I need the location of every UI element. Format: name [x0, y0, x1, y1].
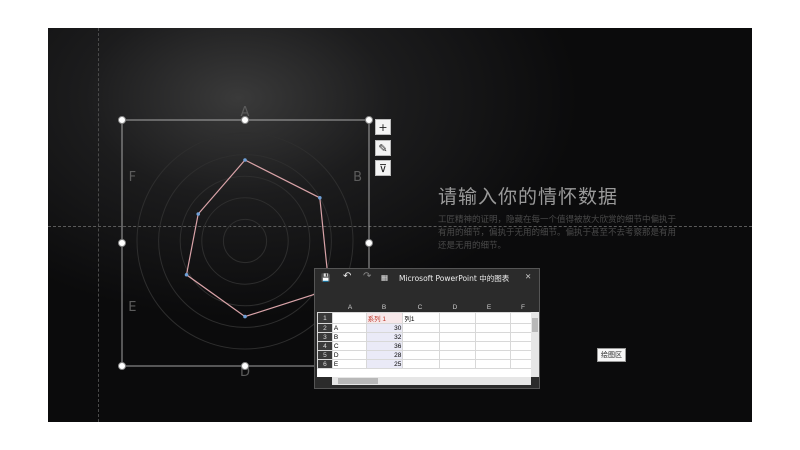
table-row: 5 D 28 [317, 350, 531, 360]
filter-icon: ⊽ [378, 161, 388, 175]
cell-d5[interactable] [439, 350, 476, 360]
redo-icon[interactable]: ↷ [363, 271, 371, 282]
column-header-f[interactable]: F [506, 304, 540, 311]
table-row: 1 系列 1 列1 [317, 312, 531, 324]
chart-styles-button[interactable]: ✎ [375, 140, 391, 156]
cell-b2[interactable]: 30 [365, 323, 404, 333]
cell-b6[interactable]: 25 [365, 359, 404, 369]
row-header[interactable]: 5 [317, 350, 333, 360]
vertical-scroll-thumb[interactable] [532, 318, 538, 332]
cell-e1[interactable] [474, 312, 512, 324]
cell-f3[interactable] [510, 332, 531, 342]
cell-a3[interactable]: B [331, 332, 367, 342]
resize-handle-bottom[interactable] [241, 362, 249, 370]
resize-handle-top-left[interactable] [118, 116, 126, 124]
cell-c6[interactable] [402, 359, 441, 369]
cell-d1[interactable] [439, 312, 476, 324]
cell-e4[interactable] [474, 341, 512, 351]
cell-c3[interactable] [402, 332, 441, 342]
radar-point-d[interactable] [243, 314, 247, 319]
radar-gridline-2 [201, 197, 289, 285]
row-header[interactable]: 4 [317, 341, 333, 351]
column-header-e[interactable]: E [472, 304, 506, 311]
cell-f1[interactable] [510, 312, 531, 324]
cell-c5[interactable] [402, 350, 441, 360]
table-row: 4 C 36 [317, 341, 531, 351]
chart-elements-button[interactable]: + [375, 119, 391, 135]
cell-d2[interactable] [439, 323, 476, 333]
radar-label-f: F [129, 170, 136, 185]
cell-c4[interactable] [402, 341, 441, 351]
undo-icon[interactable]: ↶ [343, 271, 351, 282]
horizontal-scrollbar[interactable] [332, 377, 531, 385]
cell-a5[interactable]: D [331, 350, 367, 360]
table-row: 6 E 25 [317, 359, 531, 369]
vertical-scrollbar[interactable] [531, 312, 539, 377]
radar-point-a[interactable] [243, 158, 247, 162]
cell-a6[interactable]: E [331, 359, 367, 369]
spreadsheet-grid[interactable]: 1 系列 1 列1 2 A 30 3 B 32 4 C 36 5 D 28 6 … [317, 312, 531, 377]
column-header-a[interactable]: A [334, 304, 366, 311]
cell-f4[interactable] [510, 341, 531, 351]
edit-in-excel-icon[interactable]: ▦ [381, 273, 388, 282]
table-row: 3 B 32 [317, 332, 531, 342]
radar-gridline-4 [158, 154, 332, 328]
resize-handle-right[interactable] [365, 239, 373, 247]
cell-d3[interactable] [439, 332, 476, 342]
row-header[interactable]: 1 [317, 312, 333, 324]
row-header[interactable]: 2 [317, 323, 333, 333]
cell-c2[interactable] [402, 323, 441, 333]
resize-handle-top[interactable] [241, 116, 249, 124]
radar-gridline-3 [179, 175, 311, 307]
resize-handle-top-right[interactable] [365, 116, 373, 124]
radar-label-e: E [128, 300, 136, 315]
radar-markers [184, 158, 331, 319]
cell-f2[interactable] [510, 323, 531, 333]
editor-titlebar: 💾 ↶ ↷ ▦ Microsoft PowerPoint 中的图表 ✕ [315, 269, 539, 286]
editor-title: Microsoft PowerPoint 中的图表 [399, 274, 510, 283]
row-header[interactable]: 3 [317, 332, 333, 342]
cell-e2[interactable] [474, 323, 512, 333]
chart-filters-button[interactable]: ⊽ [375, 160, 391, 176]
table-row: 2 A 30 [317, 323, 531, 333]
cell-d4[interactable] [439, 341, 476, 351]
cell-c1[interactable]: 列1 [402, 312, 441, 324]
column-header-b[interactable]: B [366, 304, 402, 311]
cell-f6[interactable] [510, 359, 531, 369]
radar-label-b: B [353, 170, 362, 185]
cell-d6[interactable] [439, 359, 476, 369]
horizontal-scroll-thumb[interactable] [338, 378, 378, 384]
row-header[interactable]: 6 [317, 359, 333, 369]
radar-gridline-1 [222, 218, 268, 264]
cell-b3[interactable]: 32 [365, 332, 404, 342]
close-icon[interactable]: ✕ [525, 272, 531, 281]
save-icon[interactable]: 💾 [321, 273, 330, 282]
radar-point-f[interactable] [196, 212, 201, 216]
cell-a2[interactable]: A [331, 323, 367, 333]
radar-series-line[interactable] [185, 159, 330, 318]
slide-body-text[interactable]: 工匠精神的证明，隐藏在每一个值得被放大欣赏的细节中偏执于有用的细节，偏执于无用的… [438, 214, 678, 253]
cell-b1[interactable]: 系列 1 [365, 312, 404, 324]
plot-area-tooltip: 绘图区 [597, 348, 626, 362]
cell-e3[interactable] [474, 332, 512, 342]
column-header-d[interactable]: D [438, 304, 472, 311]
resize-handle-left[interactable] [118, 239, 126, 247]
radar-point-b[interactable] [318, 196, 322, 200]
cell-b4[interactable]: 36 [365, 341, 404, 351]
cell-e5[interactable] [474, 350, 512, 360]
cell-a4[interactable]: C [331, 341, 367, 351]
plus-icon: + [378, 120, 388, 134]
cell-e6[interactable] [474, 359, 512, 369]
column-header-c[interactable]: C [402, 304, 438, 311]
resize-handle-bottom-left[interactable] [118, 362, 126, 370]
cell-a1[interactable] [331, 312, 367, 324]
cell-f5[interactable] [510, 350, 531, 360]
brush-icon: ✎ [378, 141, 388, 155]
cell-b5[interactable]: 28 [365, 350, 404, 360]
slide-title[interactable]: 请输入你的情怀数据 [438, 182, 618, 209]
radar-point-e[interactable] [184, 272, 189, 277]
